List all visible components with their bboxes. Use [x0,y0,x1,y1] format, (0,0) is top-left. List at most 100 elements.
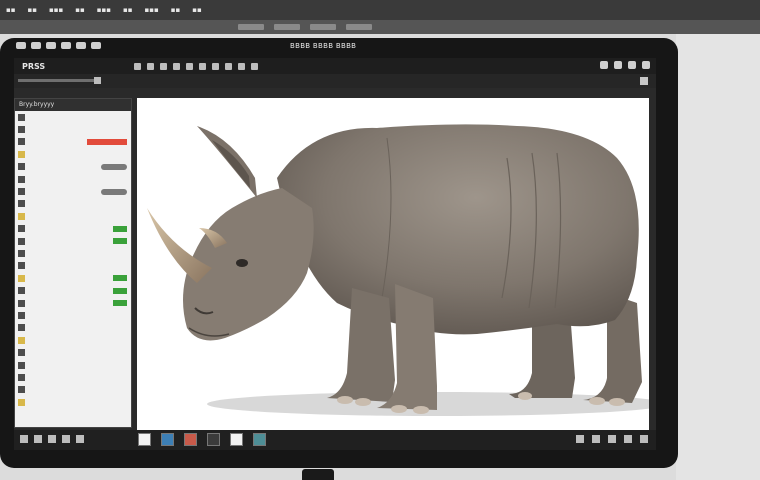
host-menu-item[interactable]: ▪▪ [171,6,181,14]
layer-icon [18,225,25,233]
layer-icon [18,336,25,344]
layer-row[interactable] [15,148,131,160]
layer-icon [18,150,25,158]
layer-icon [18,200,25,208]
layer-row[interactable] [15,396,131,408]
layer-icon [18,175,25,183]
zoom-slider-handle[interactable] [94,77,101,84]
layer-row[interactable] [15,359,131,371]
layer-value-indicator[interactable] [101,163,127,170]
host-menu-item[interactable]: ▪▪ [75,6,85,14]
layer-value-indicator[interactable] [113,300,127,307]
layer-row[interactable] [15,210,131,222]
thumbnail[interactable] [138,433,151,446]
layer-row[interactable] [15,309,131,321]
layer-row[interactable] [15,136,131,148]
layer-value-indicator[interactable] [101,188,127,195]
close-icon[interactable] [642,61,650,69]
layer-row[interactable] [15,384,131,396]
layer-row[interactable] [15,322,131,334]
tool-icon[interactable] [225,62,232,70]
app-titlebar: PRSS [14,58,656,74]
tool-icon[interactable] [134,62,141,70]
tool-icon[interactable] [212,62,219,70]
layer-row[interactable] [15,161,131,173]
layer-row[interactable] [15,247,131,259]
grid-icon[interactable] [20,435,28,443]
layer-icon [18,287,25,295]
layer-icon [18,188,25,196]
layer-icon [18,113,25,121]
layer-row[interactable] [15,198,131,210]
layers-icon[interactable] [34,435,42,443]
host-menu-item[interactable]: ▪▪▪ [49,6,63,14]
tool-icon[interactable] [238,62,245,70]
layer-row[interactable] [15,185,131,197]
host-tab[interactable] [310,24,336,30]
layer-icon [18,212,25,220]
layer-value-indicator[interactable] [113,238,127,245]
tool-icon[interactable] [251,62,258,70]
layer-icon [18,373,25,381]
layer-row[interactable] [15,260,131,272]
layer-list [15,111,131,408]
maximize-icon[interactable] [628,61,636,69]
export-icon[interactable] [624,435,632,443]
layer-row[interactable] [15,173,131,185]
layer-value-indicator[interactable] [113,225,127,232]
layer-row[interactable] [15,272,131,284]
options-menu-icon[interactable] [640,77,648,85]
tool-icon[interactable] [186,62,193,70]
host-tab[interactable] [238,24,264,30]
tool-icon[interactable] [160,62,167,70]
host-menu-item[interactable]: ▪▪ [123,6,133,14]
settings-icon[interactable] [640,435,648,443]
thumbnail[interactable] [184,433,197,446]
host-tab[interactable] [274,24,300,30]
layer-icon [18,262,25,270]
layer-value-indicator[interactable] [87,138,127,145]
trash-icon[interactable] [76,435,84,443]
thumbnail-strip [138,433,266,446]
layer-row[interactable] [15,223,131,235]
host-tab[interactable] [346,24,372,30]
layer-row[interactable] [15,123,131,135]
tool-icon[interactable] [147,62,154,70]
layer-row[interactable] [15,346,131,358]
device-stand [302,469,334,480]
status-left-icons [20,435,84,443]
host-menu-item[interactable]: ▪▪▪ [144,6,158,14]
share-icon[interactable] [608,435,616,443]
host-menu-item[interactable]: ▪▪ [192,6,202,14]
thumbnail[interactable] [207,433,220,446]
minimize-icon[interactable] [614,61,622,69]
layer-value-indicator[interactable] [113,275,127,282]
layer-row[interactable] [15,297,131,309]
tool-icon[interactable] [173,62,180,70]
mask-icon[interactable] [48,435,56,443]
layer-row[interactable] [15,235,131,247]
host-menu-item[interactable]: ▪▪ [28,6,38,14]
image-canvas[interactable] [137,98,649,430]
tool-icon[interactable] [199,62,206,70]
layer-row[interactable] [15,334,131,346]
history-icon[interactable] [62,435,70,443]
zoom-icon[interactable] [576,435,584,443]
layer-row[interactable] [15,111,131,123]
host-menu-item[interactable]: ▪▪ [6,6,16,14]
rhinoceros-photo [147,124,649,416]
info-icon[interactable] [592,435,600,443]
bezel-indicators [16,42,101,49]
layer-row[interactable] [15,284,131,296]
settings-icon[interactable] [600,61,608,69]
thumbnail[interactable] [253,433,266,446]
layer-value-indicator[interactable] [113,287,127,294]
thumbnail[interactable] [230,433,243,446]
host-menu-item[interactable]: ▪▪▪ [97,6,111,14]
zoom-slider-track[interactable] [18,79,98,82]
layer-icon [18,249,25,257]
bezel-indicator [46,42,56,49]
layer-row[interactable] [15,371,131,383]
window-controls [600,61,650,69]
thumbnail[interactable] [161,433,174,446]
